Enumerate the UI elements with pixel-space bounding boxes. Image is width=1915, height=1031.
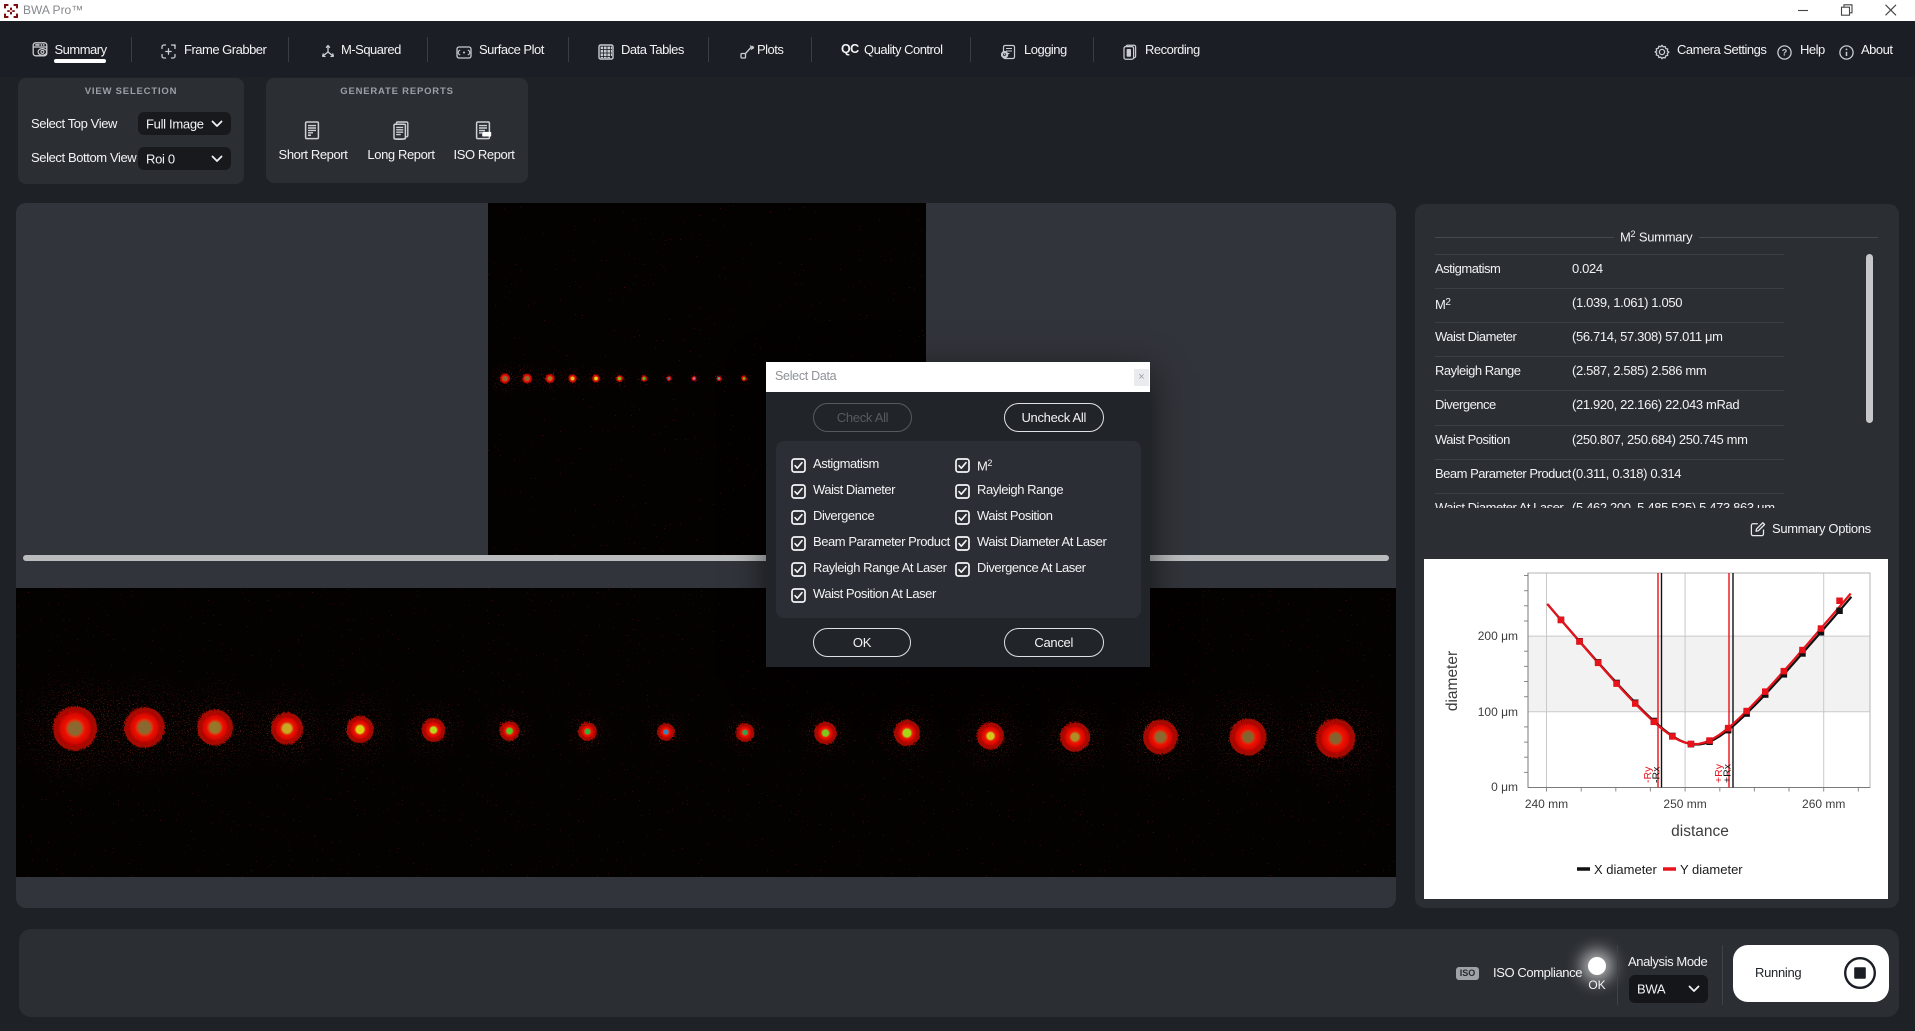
svg-text:Y diameter: Y diameter	[1680, 862, 1743, 877]
svg-text:200 μm: 200 μm	[1478, 629, 1518, 643]
svg-text:240 mm: 240 mm	[1525, 797, 1568, 811]
svg-text:diameter: diameter	[1444, 651, 1461, 711]
svg-text:distance: distance	[1671, 823, 1729, 840]
svg-text:0 μm: 0 μm	[1491, 780, 1518, 794]
svg-text:250 mm: 250 mm	[1663, 797, 1706, 811]
svg-text:260 mm: 260 mm	[1802, 797, 1845, 811]
svg-text:+Rx: +Rx	[1722, 763, 1734, 783]
svg-text:X diameter: X diameter	[1594, 862, 1658, 877]
svg-text:?: ?	[1782, 48, 1788, 58]
svg-text:-Rx: -Rx	[1651, 766, 1663, 783]
svg-text:100 μm: 100 μm	[1478, 705, 1518, 719]
